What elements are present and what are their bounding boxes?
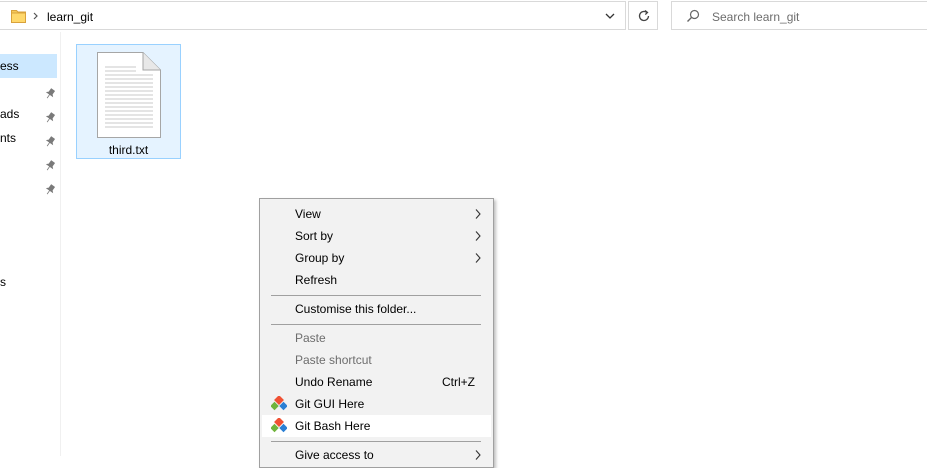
git-icon	[270, 417, 288, 434]
chevron-right-icon[interactable]	[32, 9, 40, 23]
nav-item-downloads[interactable]: ads	[0, 102, 60, 126]
menu-item-sort-by[interactable]: Sort by	[262, 225, 491, 247]
menu-item-label: Undo Rename	[295, 375, 373, 389]
menu-item-customise-folder[interactable]: Customise this folder...	[262, 298, 491, 320]
pin-icon	[44, 156, 56, 171]
folder-icon	[11, 9, 26, 23]
nav-item-pictures[interactable]	[0, 150, 60, 174]
refresh-icon	[638, 9, 650, 22]
context-menu: View Sort by Group by Refresh Customise …	[259, 198, 494, 468]
menu-item-label: Customise this folder...	[295, 302, 417, 316]
search-icon	[687, 9, 700, 22]
nav-item-label: ess	[0, 59, 19, 73]
menu-item-label: Group by	[295, 251, 345, 265]
pin-icon	[44, 132, 56, 147]
menu-item-group-by[interactable]: Group by	[262, 247, 491, 269]
menu-item-give-access-to[interactable]: Give access to	[262, 444, 491, 466]
nav-item-folder[interactable]: s	[0, 270, 60, 294]
nav-item-documents[interactable]: nts	[0, 126, 60, 150]
menu-item-label: Paste	[295, 331, 326, 345]
chevron-right-icon	[474, 230, 482, 242]
file-item[interactable]: third.txt	[76, 44, 181, 159]
navigation-pane: ess ads nts s	[0, 32, 61, 456]
menu-item-label: Git Bash Here	[295, 419, 371, 433]
menu-item-label: Sort by	[295, 229, 334, 243]
refresh-button[interactable]	[628, 1, 658, 30]
toolbar: learn_git Search learn_git	[0, 0, 927, 32]
chevron-right-icon	[474, 252, 482, 264]
address-bar[interactable]: learn_git	[0, 1, 626, 30]
menu-separator	[271, 441, 481, 442]
menu-item-label: Give access to	[295, 448, 374, 462]
chevron-right-icon	[474, 449, 482, 461]
menu-separator	[271, 295, 481, 296]
git-icon	[270, 395, 288, 412]
nav-item-label: nts	[0, 131, 17, 145]
menu-item-shortcut: Ctrl+Z	[442, 375, 475, 389]
address-path-segment[interactable]: learn_git	[47, 9, 93, 25]
chevron-right-icon	[474, 208, 482, 220]
pin-icon	[44, 84, 56, 99]
search-input[interactable]: Search learn_git	[712, 9, 799, 25]
menu-item-git-bash-here[interactable]: Git Bash Here	[262, 415, 491, 437]
menu-item-git-gui-here[interactable]: Git GUI Here	[262, 393, 491, 415]
menu-item-paste[interactable]: Paste	[262, 327, 491, 349]
menu-item-refresh[interactable]: Refresh	[262, 269, 491, 291]
pin-icon	[44, 180, 56, 195]
nav-item-pinned[interactable]	[0, 174, 60, 198]
menu-item-label: View	[295, 207, 321, 221]
menu-item-label: Refresh	[295, 273, 338, 287]
nav-item-label: s	[0, 275, 6, 289]
text-file-icon	[96, 51, 162, 142]
nav-item-label: ads	[0, 107, 20, 121]
search-box[interactable]: Search learn_git	[671, 1, 927, 30]
menu-separator	[271, 324, 481, 325]
file-name: third.txt	[108, 143, 149, 157]
pin-icon	[44, 108, 56, 123]
nav-item-quick-access[interactable]: ess	[0, 54, 57, 78]
menu-item-view[interactable]: View	[262, 203, 491, 225]
nav-item-desktop[interactable]	[0, 78, 60, 102]
menu-item-paste-shortcut[interactable]: Paste shortcut	[262, 349, 491, 371]
menu-item-label: Paste shortcut	[295, 353, 372, 367]
chevron-down-icon[interactable]	[604, 10, 616, 22]
menu-item-label: Git GUI Here	[295, 397, 365, 411]
menu-item-undo-rename[interactable]: Undo Rename Ctrl+Z	[262, 371, 491, 393]
